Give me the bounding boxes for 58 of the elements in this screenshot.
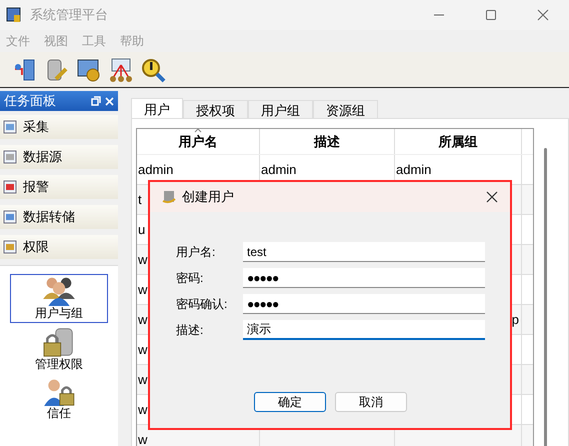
table-cell-text: w (138, 430, 148, 446)
table-cell-text: w (138, 370, 148, 389)
field-label: 密码: (176, 270, 204, 287)
table-cell-text: t (138, 190, 142, 209)
section-icon (3, 180, 17, 194)
dialog-button[interactable]: 取消 (335, 392, 407, 412)
field-label: 用户名: (176, 244, 216, 261)
dialog-button[interactable]: 确定 (254, 392, 326, 412)
nav-item[interactable]: 用户与组 (10, 274, 108, 323)
section-header[interactable]: 数据源 (0, 145, 118, 169)
dialog-title: 创建用户 (182, 188, 234, 206)
tab[interactable]: 资源组 (313, 100, 378, 118)
maximize-icon[interactable] (485, 9, 497, 21)
table-cell-text: w (138, 250, 148, 269)
warning-magnifier-icon[interactable] (140, 56, 166, 82)
table-cell-text: w (138, 310, 148, 329)
input-field[interactable]: test (243, 242, 485, 262)
table-cell-text: w (138, 340, 148, 359)
table-cell-text: admin (261, 160, 296, 179)
nav-item[interactable]: 信任 (10, 376, 108, 423)
tab[interactable]: 用户组 (248, 100, 313, 118)
section-header[interactable]: 采集 (0, 115, 118, 139)
window-title: 系统管理平台 (30, 6, 108, 24)
section-header[interactable]: 数据转储 (0, 205, 118, 229)
close-icon[interactable] (486, 191, 498, 203)
network-tree-icon[interactable] (108, 56, 134, 82)
password-field[interactable]: ●●●●● (243, 268, 485, 288)
app-icon (162, 190, 176, 204)
password-field[interactable]: ●●●●● (243, 294, 485, 314)
section-icon (3, 150, 17, 164)
tab[interactable]: 授权项 (183, 100, 248, 118)
sort-caret-icon (194, 128, 202, 133)
section-icon (3, 120, 17, 134)
nav-item[interactable]: 管理权限 (10, 325, 108, 374)
column-header[interactable]: 描述 (260, 129, 395, 154)
table-cell-text: admin (138, 160, 174, 179)
tab[interactable]: 用户 (131, 98, 183, 118)
table-cell-text: w (138, 400, 148, 419)
column-header[interactable]: 所属组 (395, 129, 522, 154)
section-icon (3, 210, 17, 224)
input-field[interactable]: 演示 (243, 320, 485, 340)
section-icon (3, 240, 17, 254)
field-label: 描述: (176, 322, 204, 339)
table-cell-text: w (138, 280, 148, 299)
panel-title: 任务面板 (4, 92, 56, 110)
section-header[interactable]: 报警 (0, 175, 118, 199)
section-header[interactable]: 权限 (0, 235, 118, 259)
dock-icon[interactable] (91, 96, 101, 106)
table-cell-text: admin (396, 160, 432, 179)
database-lock-icon (42, 327, 76, 357)
close-icon[interactable] (537, 9, 549, 21)
user-lock-icon (42, 378, 76, 406)
users-icon (41, 276, 77, 306)
app-icon (6, 7, 22, 23)
field-label: 密码确认: (176, 296, 228, 313)
table-cell-text: p (512, 310, 519, 329)
table-cell-text: u (138, 220, 146, 239)
column-header[interactable]: 用户名 (137, 129, 260, 154)
